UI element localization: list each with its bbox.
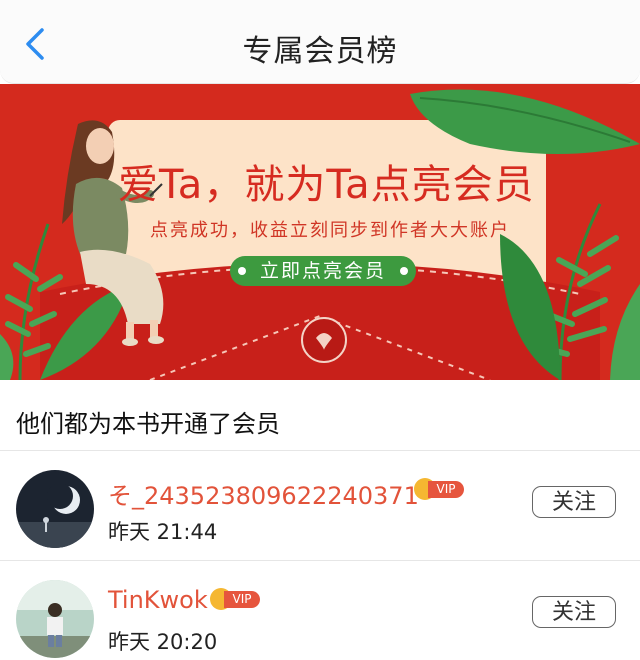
cta-label: 立即点亮会员 [259, 260, 386, 282]
dot-icon [238, 267, 246, 275]
join-time: 昨天 20:20 [108, 630, 218, 654]
avatar[interactable] [16, 470, 94, 548]
member-row[interactable]: そ_2435238096222403​71 VIP 昨天 21:44 关注 [0, 452, 640, 560]
vip-badge: VIP [210, 588, 260, 610]
top-bar: 专属会员榜 [0, 0, 640, 84]
member-name[interactable]: そ_2435238096222403​71 [108, 476, 419, 511]
follow-button[interactable]: 关注 [532, 486, 616, 518]
promo-banner[interactable]: 爱Ta，就为Ta点亮会员 点亮成功，收益立刻同步到作者大大账户 立即点亮会员 [0, 84, 640, 380]
vip-label: VIP [428, 481, 464, 498]
divider [0, 450, 640, 451]
member-row[interactable]: TinKwok VIP 昨天 20:20 关注 [0, 562, 640, 660]
divider [0, 560, 640, 561]
banner-subtitle: 点亮成功，收益立刻同步到作者大大账户 [150, 220, 510, 241]
vip-badge: VIP [414, 478, 464, 500]
page-title: 专属会员榜 [242, 34, 398, 69]
section-title: 他们都为本书开通了会员 [16, 410, 280, 438]
banner-headline: 爱Ta，就为Ta点亮会员 [118, 162, 535, 208]
member-name[interactable]: TinKwok [108, 586, 208, 614]
light-up-membership-button[interactable]: 立即点亮会员 [230, 256, 416, 286]
avatar[interactable] [16, 580, 94, 658]
person-avatar-icon [16, 580, 94, 658]
follow-button[interactable]: 关注 [532, 596, 616, 628]
vip-label: VIP [224, 591, 260, 608]
join-time: 昨天 21:44 [108, 520, 218, 544]
dot-icon [400, 267, 408, 275]
moon-avatar-icon [16, 470, 94, 548]
